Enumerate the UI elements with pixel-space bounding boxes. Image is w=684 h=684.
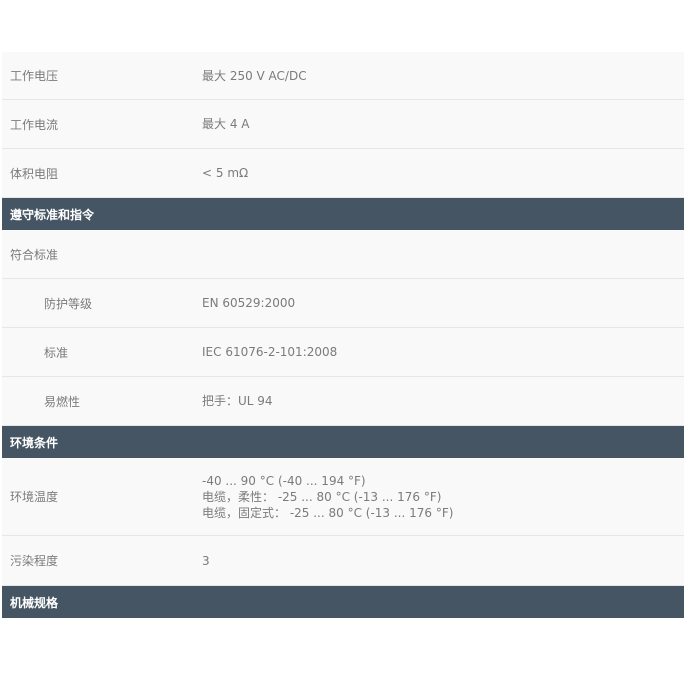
temperature-line: -40 ... 90 °C (-40 ... 194 °F) (202, 473, 366, 488)
spec-value: 最大 250 V AC/DC (202, 68, 307, 83)
spec-row-volume-resistance: 体积电阻 < 5 mΩ (2, 149, 684, 198)
spec-value: 3 (202, 553, 210, 568)
spec-value: 最大 4 A (202, 117, 250, 131)
section-header-environment: 环境条件 (2, 426, 684, 458)
spec-label: 环境温度 (10, 490, 59, 504)
section-header-mechanical: 机械规格 (2, 586, 684, 618)
spec-label: 防护等级 (44, 296, 93, 311)
spec-row-standard: 标准 IEC 61076-2-101:2008 (2, 328, 684, 377)
spec-label: 工作电流 (10, 117, 59, 132)
temperature-line: 电缆，柔性： -25 ... 80 °C (-13 ... 176 °F) (202, 489, 442, 504)
spec-label: 符合标准 (10, 247, 59, 262)
spec-row-pollution-degree: 污染程度 3 (2, 536, 684, 586)
section-header-standards: 遵守标准和指令 (2, 198, 684, 230)
spec-row-protection-class: 防护等级 EN 60529:2000 (2, 279, 684, 328)
spec-label: 污染程度 (10, 554, 59, 568)
spec-value: 把手：UL 94 (202, 394, 273, 408)
spec-label: 易燃性 (44, 394, 81, 409)
spec-value: EN 60529:2000 (202, 296, 296, 310)
product-spec-page: 工作电压 最大 250 V AC/DC 工作电流 最大 4 A 体积电阻 < 5… (0, 0, 684, 684)
spec-row-operating-voltage: 工作电压 最大 250 V AC/DC (2, 52, 684, 100)
spec-value: < 5 mΩ (202, 166, 249, 180)
spec-value-multiline: -40 ... 90 °C (-40 ... 194 °F) 电缆，柔性： -2… (193, 473, 684, 521)
spec-row-standards-group: 符合标准 (2, 230, 684, 279)
spec-row-ambient-temperature: 环境温度 -40 ... 90 °C (-40 ... 194 °F) 电缆，柔… (2, 458, 684, 536)
spec-row-flammability: 易燃性 把手：UL 94 (2, 377, 684, 426)
spec-table: 工作电压 最大 250 V AC/DC 工作电流 最大 4 A 体积电阻 < 5… (2, 52, 684, 618)
spec-row-operating-current: 工作电流 最大 4 A (2, 100, 684, 149)
temperature-line: 电缆，固定式： -25 ... 80 °C (-13 ... 176 °F) (202, 505, 454, 520)
spec-value: IEC 61076-2-101:2008 (202, 345, 338, 359)
spec-label: 体积电阻 (10, 166, 59, 181)
spec-label: 标准 (44, 345, 69, 360)
spec-label: 工作电压 (10, 69, 59, 83)
